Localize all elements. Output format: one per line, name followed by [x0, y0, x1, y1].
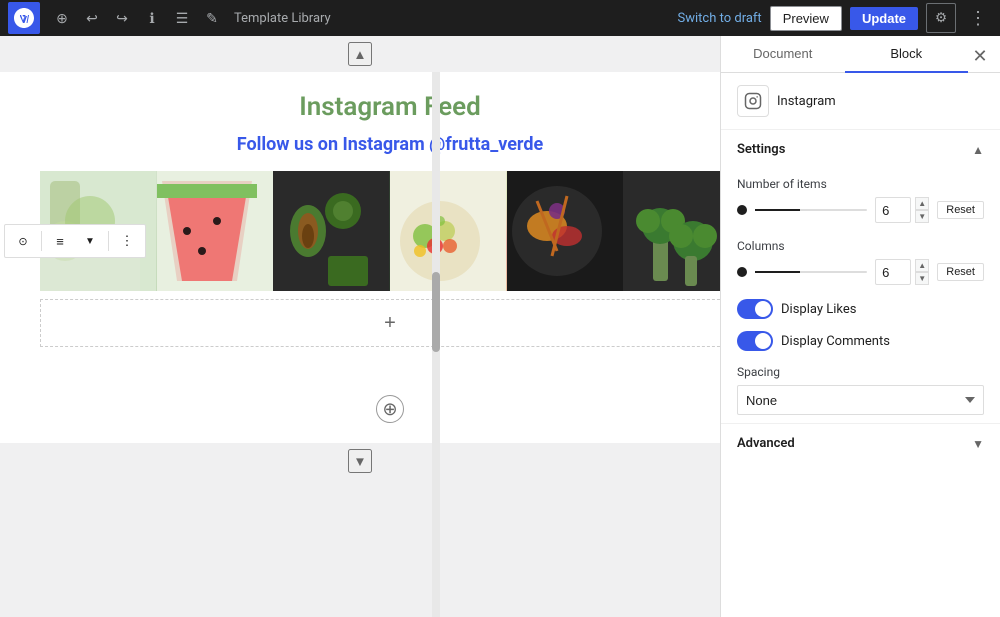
info-btn[interactable]: ℹ [138, 4, 166, 32]
columns-slider-fill [755, 271, 800, 273]
main-layout: ▲ ⊙ ≡ ▼ ⋮ Instagram Feed Follow us on In… [0, 36, 1000, 617]
canvas-block: ⊙ ≡ ▼ ⋮ Instagram Feed Follow us on Inst… [0, 72, 720, 443]
display-likes-row: Display Likes [721, 293, 1000, 325]
spacing-select[interactable]: None Small Medium Large [737, 385, 984, 415]
instagram-feed-title: Instagram Feed [40, 92, 720, 122]
add-block-button[interactable]: + [384, 312, 396, 335]
advanced-label: Advanced [737, 436, 795, 451]
preview-button[interactable]: Preview [770, 6, 842, 31]
items-slider-fill [755, 209, 800, 211]
block-label: Instagram [777, 94, 836, 109]
tab-block[interactable]: Block [845, 36, 969, 73]
items-input-group: ▲ ▼ [875, 197, 929, 223]
number-of-items-label: Number of items [737, 177, 984, 191]
columns-row: Columns ▲ ▼ Reset [721, 231, 1000, 293]
items-spinner-down[interactable]: ▼ [915, 210, 929, 223]
edit-btn[interactable]: ✎ [198, 4, 226, 32]
wp-logo[interactable] [8, 2, 40, 34]
toolbar-sep-2 [108, 231, 109, 251]
canvas-scrollbar-thumb[interactable] [432, 272, 440, 352]
spacing-row: Spacing None Small Medium Large [721, 357, 1000, 423]
canvas-area: ▲ ⊙ ≡ ▼ ⋮ Instagram Feed Follow us on In… [0, 36, 720, 617]
more-options-button[interactable]: ⋮ [964, 4, 992, 32]
columns-spinner-up[interactable]: ▲ [915, 259, 929, 272]
update-button[interactable]: Update [850, 7, 918, 30]
scroll-down-area: ▼ [0, 443, 720, 479]
redo-btn[interactable]: ↪ [108, 4, 136, 32]
spacing-label: Spacing [737, 365, 984, 379]
advanced-section: Advanced ▼ [721, 423, 1000, 463]
number-of-items-row: Number of items ▲ ▼ Reset [721, 169, 1000, 231]
align-dropdown-btn[interactable]: ▼ [76, 227, 104, 255]
items-slider-track[interactable] [755, 209, 867, 211]
scroll-up-button[interactable]: ▲ [348, 42, 372, 66]
sidebar: Document Block ✕ Instagram Settings ▲ Nu… [720, 36, 1000, 617]
columns-input-group: ▲ ▼ [875, 259, 929, 285]
columns-slider-track[interactable] [755, 271, 867, 273]
scroll-up-area: ▲ [0, 36, 720, 72]
instagram-image-4 [390, 171, 507, 291]
display-comments-row: Display Comments [721, 325, 1000, 357]
sidebar-tabs: Document Block ✕ [721, 36, 1000, 73]
list-view-btn[interactable]: ☰ [168, 4, 196, 32]
display-likes-toggle[interactable] [737, 299, 773, 319]
toolbar-sep-1 [41, 231, 42, 251]
columns-reset-button[interactable]: Reset [937, 263, 984, 281]
columns-slider-dot[interactable] [737, 267, 747, 277]
scroll-down-button[interactable]: ▼ [348, 449, 372, 473]
number-of-items-control: ▲ ▼ Reset [737, 197, 984, 223]
columns-label: Columns [737, 239, 984, 253]
settings-gear-button[interactable]: ⚙ [926, 3, 956, 33]
items-number-input[interactable] [875, 197, 911, 223]
display-comments-label: Display Comments [781, 334, 890, 349]
display-comments-knob [755, 333, 771, 349]
items-spinner-up[interactable]: ▲ [915, 197, 929, 210]
add-section-button[interactable]: ⊕ [376, 395, 404, 423]
instagram-image-6 [623, 171, 720, 291]
template-label: Template Library [234, 11, 331, 26]
columns-spinner-down[interactable]: ▼ [915, 272, 929, 285]
topbar-right: Switch to draft Preview Update ⚙ ⋮ [678, 3, 993, 33]
add-block-area[interactable]: + [40, 299, 720, 347]
add-block-topbar-btn[interactable]: ⊕ [48, 4, 76, 32]
align-btn[interactable]: ≡ [46, 227, 74, 255]
advanced-header[interactable]: Advanced ▼ [721, 423, 1000, 463]
columns-number-input[interactable] [875, 259, 911, 285]
subtitle-text: Follow us on Instagram [237, 134, 429, 155]
items-slider-dot[interactable] [737, 205, 747, 215]
instagram-image-5 [507, 171, 624, 291]
display-likes-label: Display Likes [781, 302, 856, 317]
columns-control: ▲ ▼ Reset [737, 259, 984, 285]
more-block-options-btn[interactable]: ⋮ [113, 227, 141, 255]
settings-chevron-icon: ▲ [972, 143, 984, 157]
block-type-btn[interactable]: ⊙ [9, 227, 37, 255]
sidebar-close-button[interactable]: ✕ [968, 44, 992, 68]
block-toolbar: ⊙ ≡ ▼ ⋮ [4, 224, 146, 258]
instagram-image-2 [157, 171, 274, 291]
items-reset-button[interactable]: Reset [937, 201, 984, 219]
settings-header[interactable]: Settings ▲ [721, 130, 1000, 169]
canvas-bottom: ⊕ [0, 375, 720, 443]
block-header: Instagram [721, 73, 1000, 130]
columns-spinners: ▲ ▼ [915, 259, 929, 285]
settings-label: Settings [737, 142, 785, 157]
switch-draft-link[interactable]: Switch to draft [678, 11, 762, 26]
undo-btn[interactable]: ↩ [78, 4, 106, 32]
instagram-image-3 [273, 171, 390, 291]
tab-document[interactable]: Document [721, 36, 845, 73]
instagram-block-icon [737, 85, 769, 117]
items-spinners: ▲ ▼ [915, 197, 929, 223]
topbar-icons: ⊕ ↩ ↪ ℹ ☰ ✎ [48, 4, 226, 32]
display-likes-knob [755, 301, 771, 317]
display-comments-toggle[interactable] [737, 331, 773, 351]
instagram-subtitle: Follow us on Instagram @frutta_verde [40, 134, 720, 155]
subtitle-handle: @frutta_verde [429, 134, 543, 155]
canvas-scrollbar-track [432, 72, 440, 617]
topbar: ⊕ ↩ ↪ ℹ ☰ ✎ Template Library Switch to d… [0, 0, 1000, 36]
advanced-chevron-icon: ▼ [972, 437, 984, 451]
